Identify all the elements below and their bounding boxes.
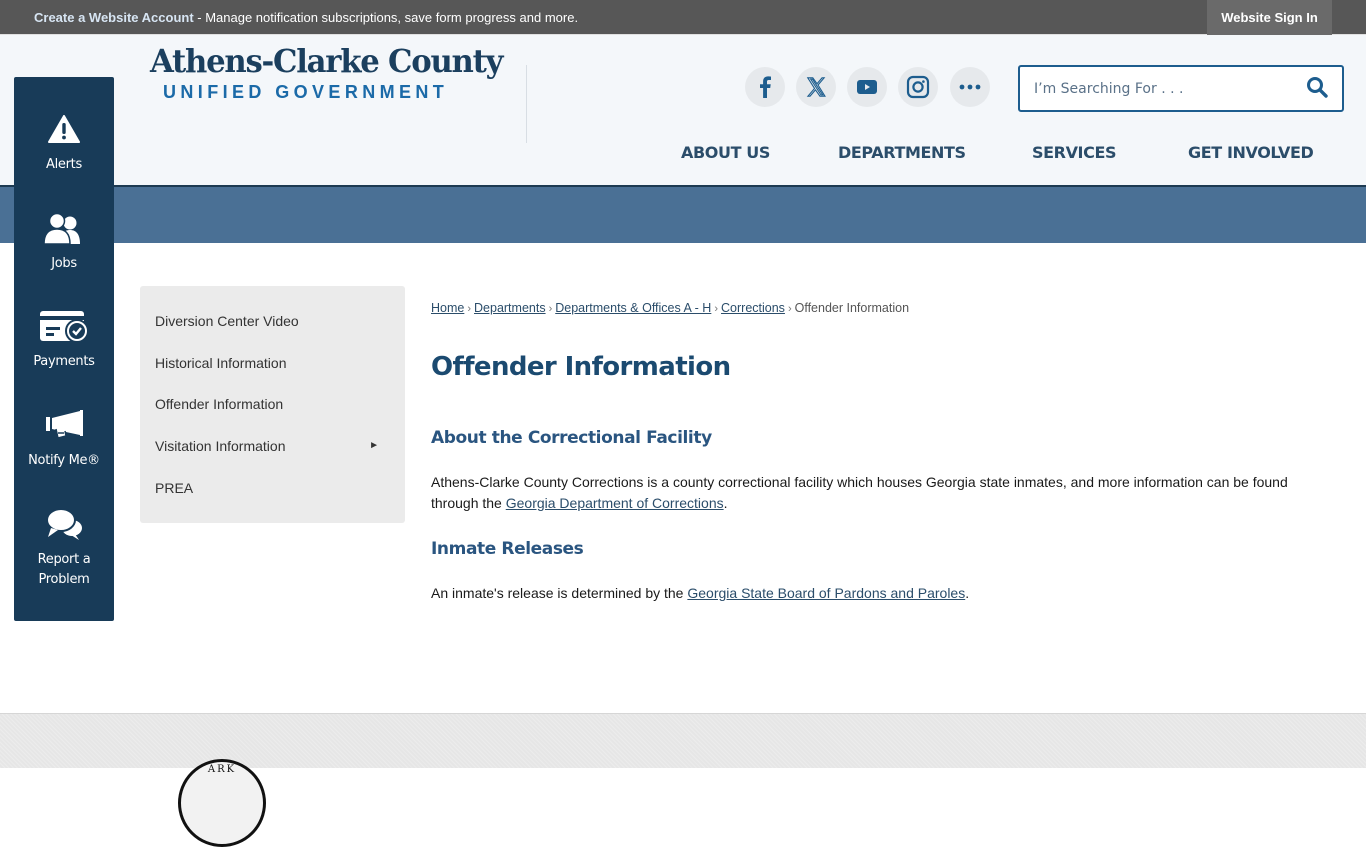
section-heading-correctional-facility: About the Correctional Facility <box>431 428 712 448</box>
site-search <box>1018 65 1344 112</box>
website-sign-in-button[interactable]: Website Sign In <box>1207 0 1332 35</box>
breadcrumb-separator: › <box>548 303 553 315</box>
top-utility-bar: Create a Website Account - Manage notifi… <box>0 0 1366 35</box>
site-logo[interactable]: Athens-Clarke County UNIFIED GOVERNMENT <box>150 42 503 103</box>
rail-label: Payments <box>33 354 95 369</box>
nav-departments[interactable]: DEPARTMENTS <box>838 143 966 162</box>
quick-links-rail: Alerts Jobs Payments Notify Me® Report a… <box>14 77 114 621</box>
breadcrumb-separator: › <box>787 303 792 315</box>
megaphone-icon <box>46 410 83 439</box>
youtube-icon <box>857 80 877 94</box>
section-heading-inmate-releases: Inmate Releases <box>431 539 584 559</box>
breadcrumb-home[interactable]: Home <box>431 301 464 315</box>
page-title: Offender Information <box>431 352 731 382</box>
paragraph-text-end: . <box>723 495 728 511</box>
more-icon <box>959 84 981 90</box>
breadcrumb: Home › Departments › Departments & Offices A… <box>431 301 909 315</box>
rail-label: Report a Problem <box>14 550 114 590</box>
rail-item-jobs[interactable]: Jobs <box>14 208 114 274</box>
x-twitter-icon <box>806 77 826 97</box>
chat-bubbles-icon <box>46 508 82 540</box>
nav-services[interactable]: SERVICES <box>1032 143 1117 162</box>
x-link[interactable] <box>796 67 836 107</box>
payment-card-icon <box>40 311 89 342</box>
submenu-arrow-icon[interactable]: ► <box>369 440 379 451</box>
inmate-releases-paragraph: An inmate's release is determined by the… <box>431 583 1331 604</box>
logo-subtitle: UNIFIED GOVERNMENT <box>163 82 449 102</box>
correctional-facility-paragraph: Athens-Clarke County Corrections is a co… <box>431 472 1331 514</box>
rail-label: Jobs <box>51 256 77 271</box>
rail-label: Notify Me® <box>28 453 100 468</box>
more-social-button[interactable] <box>950 67 990 107</box>
section-subnav: Diversion Center Video Historical Inform… <box>140 286 405 523</box>
facebook-icon <box>760 76 771 98</box>
breadcrumb-departments[interactable]: Departments <box>474 301 546 315</box>
account-message-text: - Manage notification subscriptions, sav… <box>193 10 579 25</box>
page-banner <box>0 187 1366 243</box>
breadcrumb-corrections[interactable]: Corrections <box>721 301 785 315</box>
breadcrumb-departments-offices-a-h[interactable]: Departments & Offices A - H <box>555 301 711 315</box>
breadcrumb-current: Offender Information <box>794 301 910 315</box>
youtube-link[interactable] <box>847 67 887 107</box>
facebook-link[interactable] <box>745 67 785 107</box>
nav-get-involved[interactable]: GET INVOLVED <box>1188 143 1314 162</box>
paragraph-text-end: . <box>965 585 970 601</box>
subnav-item-diversion-center-video[interactable]: Diversion Center Video <box>155 313 395 329</box>
search-input[interactable] <box>1034 77 1294 101</box>
rail-item-notify-me[interactable]: Notify Me® <box>14 405 114 471</box>
pardons-and-paroles-link[interactable]: Georgia State Board of Pardons and Parol… <box>687 585 965 601</box>
seal-text: ARK <box>207 764 237 775</box>
subnav-item-offender-information[interactable]: Offender Information <box>155 396 395 412</box>
create-account-link[interactable]: Create a Website Account <box>34 10 194 25</box>
rail-item-report-a-problem[interactable]: Report a Problem <box>14 504 114 590</box>
rail-label: Alerts <box>46 157 82 172</box>
subnav-label: Visitation Information <box>155 438 286 454</box>
people-icon <box>43 212 80 244</box>
logo-title: Athens-Clarke County <box>150 42 503 80</box>
breadcrumb-separator: › <box>467 303 472 315</box>
subnav-item-prea[interactable]: PREA <box>155 480 395 496</box>
account-message: Create a Website Account - Manage notifi… <box>34 10 578 25</box>
rail-item-payments[interactable]: Payments <box>14 306 114 372</box>
search-icon <box>1307 77 1328 98</box>
subnav-item-visitation-information[interactable]: Visitation Information ► <box>155 438 395 454</box>
county-seal-logo: ARK <box>178 759 266 847</box>
rail-item-alerts[interactable]: Alerts <box>14 109 114 175</box>
georgia-department-of-corrections-link[interactable]: Georgia Department of Corrections <box>506 495 724 511</box>
rail-label-line1: Report a <box>37 552 91 567</box>
instagram-link[interactable] <box>898 67 938 107</box>
nav-about-us[interactable]: ABOUT US <box>681 143 770 162</box>
rail-label-line2: Problem <box>38 572 90 587</box>
breadcrumb-separator: › <box>714 303 719 315</box>
logo-divider <box>526 65 527 143</box>
paragraph-text: An inmate's release is determined by the <box>431 585 688 601</box>
alert-triangle-icon <box>48 115 80 143</box>
subnav-item-historical-information[interactable]: Historical Information <box>155 355 395 371</box>
search-button[interactable] <box>1306 76 1332 102</box>
site-footer <box>0 713 1366 768</box>
instagram-icon <box>906 75 930 99</box>
